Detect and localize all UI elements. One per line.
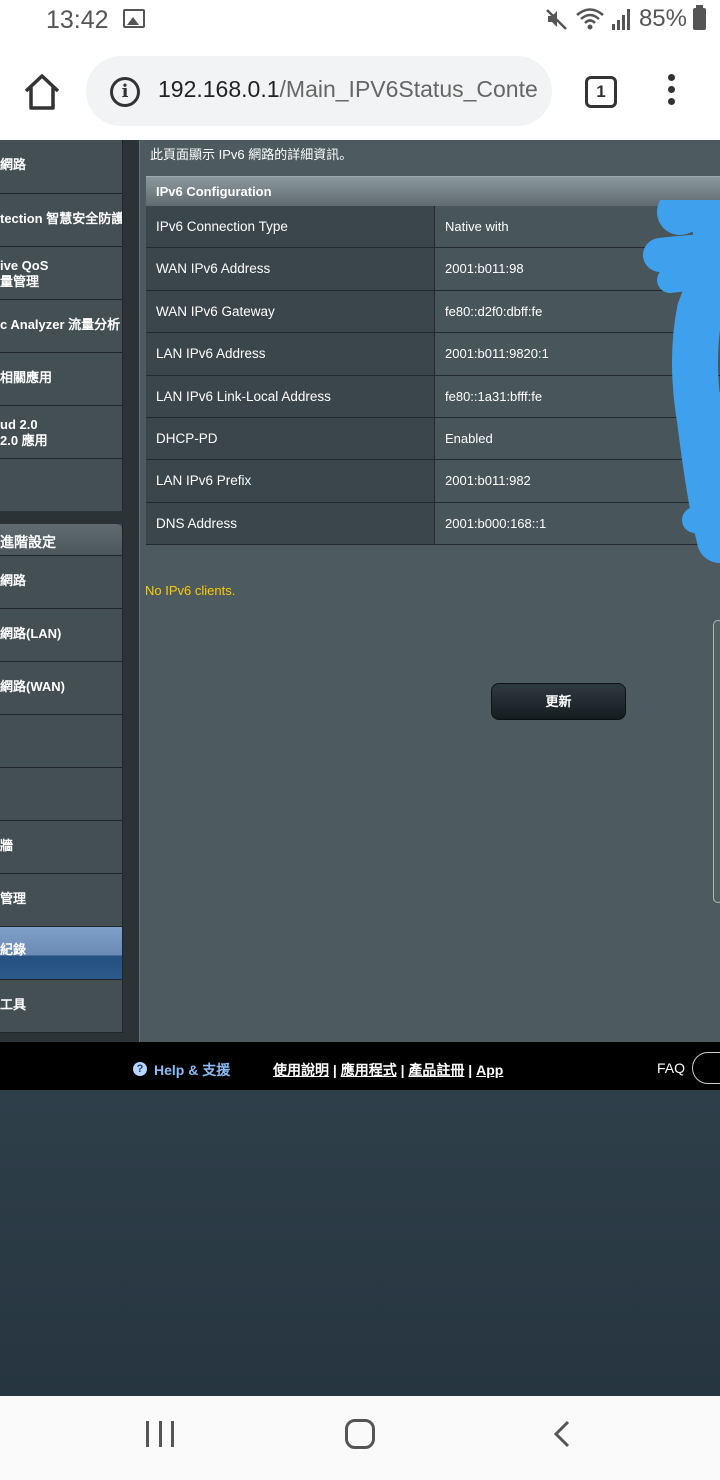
sidebar-item-usb-apps[interactable]: 相關應用 (0, 353, 122, 406)
row-label: DHCP-PD (146, 417, 435, 460)
sidebar-item-adaptive-qos[interactable]: ive QoS 量管理 (0, 247, 122, 300)
sidebar-item-lan[interactable]: 網路(LAN) (0, 609, 122, 662)
page-scrollbar[interactable] (713, 620, 720, 903)
table-row: WAN IPv6 Address 2001:b011:98 (146, 248, 720, 291)
sidebar-item-system-log[interactable]: 紀錄 (0, 927, 122, 980)
status-time: 13:42 (46, 6, 109, 34)
sidebar-item-aicloud[interactable]: ud 2.0 2.0 應用 (0, 406, 122, 459)
sidebar-item-blank[interactable] (0, 459, 122, 511)
page-footer: ? Help & 支援 使用說明 | 應用程式 | 產品註冊 | App FAQ (0, 1042, 720, 1090)
sidebar-item-wireless[interactable]: 網路 (0, 556, 122, 609)
row-label: WAN IPv6 Address (146, 248, 435, 290)
row-label: LAN IPv6 Address (146, 333, 435, 375)
table-row: LAN IPv6 Prefix 2001:b011:982 (146, 460, 720, 503)
sidebar-item-vpn[interactable] (0, 768, 122, 821)
refresh-button[interactable]: 更新 (491, 683, 626, 720)
navigation-bar (0, 1396, 720, 1480)
redaction-scribble (643, 200, 720, 563)
help-icon: ? (133, 1062, 147, 1076)
home-icon[interactable] (22, 72, 62, 112)
faq-label: FAQ (657, 1060, 686, 1076)
footer-links: 使用說明 | 應用程式 | 產品註冊 | App (273, 1062, 504, 1078)
footer-link-app[interactable]: App (476, 1062, 503, 1078)
sidebar-advanced: 進階設定 網路 網路(LAN) 網路(WAN) 牆 管理 紀錄 工具 (0, 524, 123, 1033)
sidebar-item-aiprotection[interactable]: tection 智慧安全防護 (0, 194, 122, 247)
sidebar-item-ipv6[interactable] (0, 715, 122, 768)
sidebar-item-traffic-analyzer[interactable]: c Analyzer 流量分析 (0, 300, 122, 353)
system-icons: 85% (545, 5, 706, 33)
table-row: LAN IPv6 Link-Local Address fe80::1a31:b… (146, 375, 720, 418)
table-row: LAN IPv6 Address 2001:b011:9820:1 (146, 333, 720, 376)
help-support-label: Help & 支援 (154, 1062, 231, 1078)
no-clients-message: No IPv6 clients. (145, 583, 236, 598)
table-row: IPv6 Connection Type Native with (146, 206, 720, 249)
table-row: DNS Address 2001:b000:168::1 (146, 502, 720, 546)
main-content: 此頁面顯示 IPv6 網路的詳細資訊。 IPv6 Configuration I… (139, 140, 720, 1042)
overflow-menu-icon[interactable] (661, 74, 681, 110)
recent-apps-icon[interactable] (146, 1421, 174, 1447)
router-page: 網路 tection 智慧安全防護 ive QoS 量管理 c Analyzer … (0, 140, 720, 1090)
row-label: IPv6 Connection Type (146, 206, 435, 248)
sidebar-item-network[interactable]: 網路 (0, 140, 122, 194)
page-background (0, 1090, 720, 1396)
browser-toolbar: i 192.168.0.1/Main_IPV6Status_Content 1 (0, 42, 720, 140)
sidebar-item-firewall[interactable]: 牆 (0, 821, 122, 874)
home-nav-icon[interactable] (345, 1419, 375, 1449)
row-label: LAN IPv6 Link-Local Address (146, 375, 435, 417)
row-label: WAN IPv6 Gateway (146, 290, 435, 333)
mute-icon (546, 9, 567, 30)
address-bar[interactable]: i 192.168.0.1/Main_IPV6Status_Content (86, 56, 552, 126)
back-icon[interactable] (552, 1420, 572, 1448)
battery-icon (693, 5, 706, 30)
row-label: LAN IPv6 Prefix (146, 460, 435, 502)
wifi-icon (576, 8, 604, 30)
url-host: 192.168.0.1 (158, 76, 280, 102)
url-path: /Main_IPV6Status_Content (279, 76, 538, 102)
image-icon (123, 9, 145, 28)
page-description: 此頁面顯示 IPv6 網路的詳細資訊。 (150, 147, 353, 162)
table-header: IPv6 Configuration (146, 176, 720, 206)
signal-icon (611, 9, 630, 30)
sidebar-advanced-header: 進階設定 (0, 524, 122, 556)
footer-link-register[interactable]: 產品註冊 (408, 1062, 464, 1078)
sidebar-item-administration[interactable]: 管理 (0, 874, 122, 927)
info-icon[interactable]: i (110, 77, 140, 107)
footer-link-apps[interactable]: 應用程式 (341, 1062, 397, 1078)
ipv6-config-table: IPv6 Configuration IPv6 Connection Type … (146, 176, 720, 546)
faq-search-input[interactable] (692, 1052, 720, 1084)
url-text[interactable]: 192.168.0.1/Main_IPV6Status_Content (158, 76, 538, 108)
sidebar-item-network-tools[interactable]: 工具 (0, 980, 122, 1033)
table-row: DHCP-PD Enabled (146, 417, 720, 461)
status-bar: 13:42 85% (0, 0, 720, 42)
sidebar-general: 網路 tection 智慧安全防護 ive QoS 量管理 c Analyzer … (0, 140, 123, 511)
tab-switcher-button[interactable]: 1 (585, 76, 617, 108)
row-label: DNS Address (146, 502, 435, 545)
footer-link-manual[interactable]: 使用說明 (273, 1062, 329, 1078)
sidebar-item-wan[interactable]: 網路(WAN) (0, 662, 122, 715)
table-row: WAN IPv6 Gateway fe80::d2f0:dbff:fe (146, 290, 720, 334)
battery-percent: 85% (638, 5, 687, 32)
